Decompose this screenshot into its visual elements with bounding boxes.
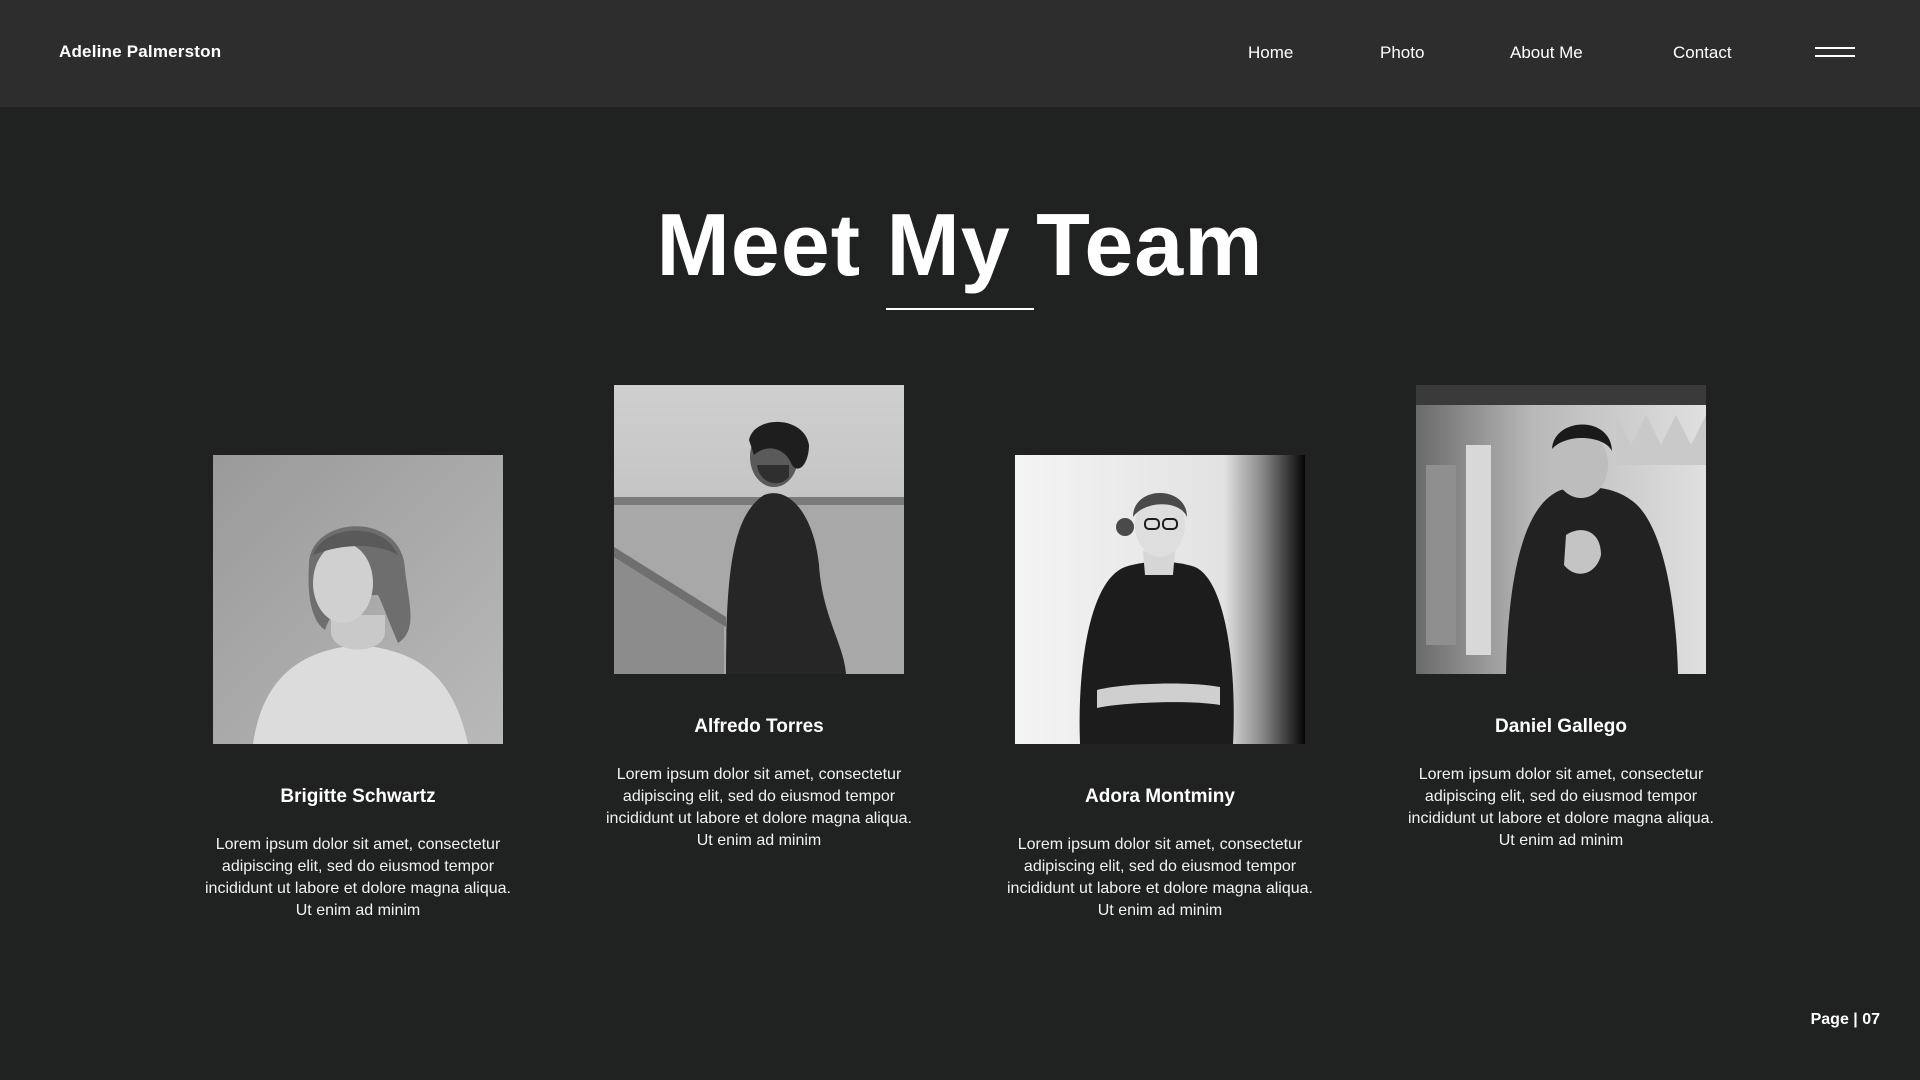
- team-member-name: Daniel Gallego: [1495, 716, 1627, 737]
- team-member-name: Brigitte Schwartz: [280, 786, 436, 807]
- portrait-image: [1416, 385, 1706, 674]
- team-member-card: Daniel Gallego Lorem ipsum dolor sit ame…: [1396, 385, 1726, 852]
- nav-link-photo[interactable]: Photo: [1380, 43, 1424, 63]
- portrait-image: [213, 455, 503, 744]
- team-member-name: Alfredo Torres: [694, 716, 824, 737]
- page: Adeline Palmerston Home Photo About Me C…: [0, 0, 1920, 1080]
- page-title: Meet My Team: [656, 195, 1264, 294]
- top-navigation-bar: Adeline Palmerston Home Photo About Me C…: [0, 0, 1920, 107]
- team-member-description: Lorem ipsum dolor sit amet, consectetur …: [205, 836, 511, 919]
- menu-bar-bottom: [1815, 55, 1855, 57]
- nav-link-home[interactable]: Home: [1248, 43, 1293, 63]
- team-member-photo: [1416, 385, 1706, 674]
- nav-link-contact[interactable]: Contact: [1673, 43, 1732, 63]
- team-member-name: Adora Montminy: [1085, 786, 1235, 807]
- menu-bar-top: [1815, 47, 1855, 49]
- page-number-label: Page | 07: [1810, 1011, 1880, 1028]
- team-member-card: Brigitte Schwartz Lorem ipsum dolor sit …: [193, 455, 523, 922]
- team-member-description: Lorem ipsum dolor sit amet, consectetur …: [606, 766, 912, 849]
- team-member-photo: [213, 455, 503, 744]
- hamburger-icon[interactable]: [1813, 45, 1857, 61]
- nav-link-about-me[interactable]: About Me: [1510, 43, 1583, 63]
- team-member-photo: [1015, 455, 1305, 744]
- team-member-description: Lorem ipsum dolor sit amet, consectetur …: [1007, 836, 1313, 919]
- team-member-card: Adora Montminy Lorem ipsum dolor sit ame…: [995, 455, 1325, 922]
- portrait-image: [1015, 455, 1305, 744]
- team-member-description: Lorem ipsum dolor sit amet, consectetur …: [1408, 766, 1714, 849]
- portrait-image: [614, 385, 904, 674]
- brand-name[interactable]: Adeline Palmerston: [59, 42, 221, 62]
- team-member-card: Alfredo Torres Lorem ipsum dolor sit ame…: [594, 385, 924, 852]
- title-underline-divider: [886, 308, 1034, 310]
- team-member-photo: [614, 385, 904, 674]
